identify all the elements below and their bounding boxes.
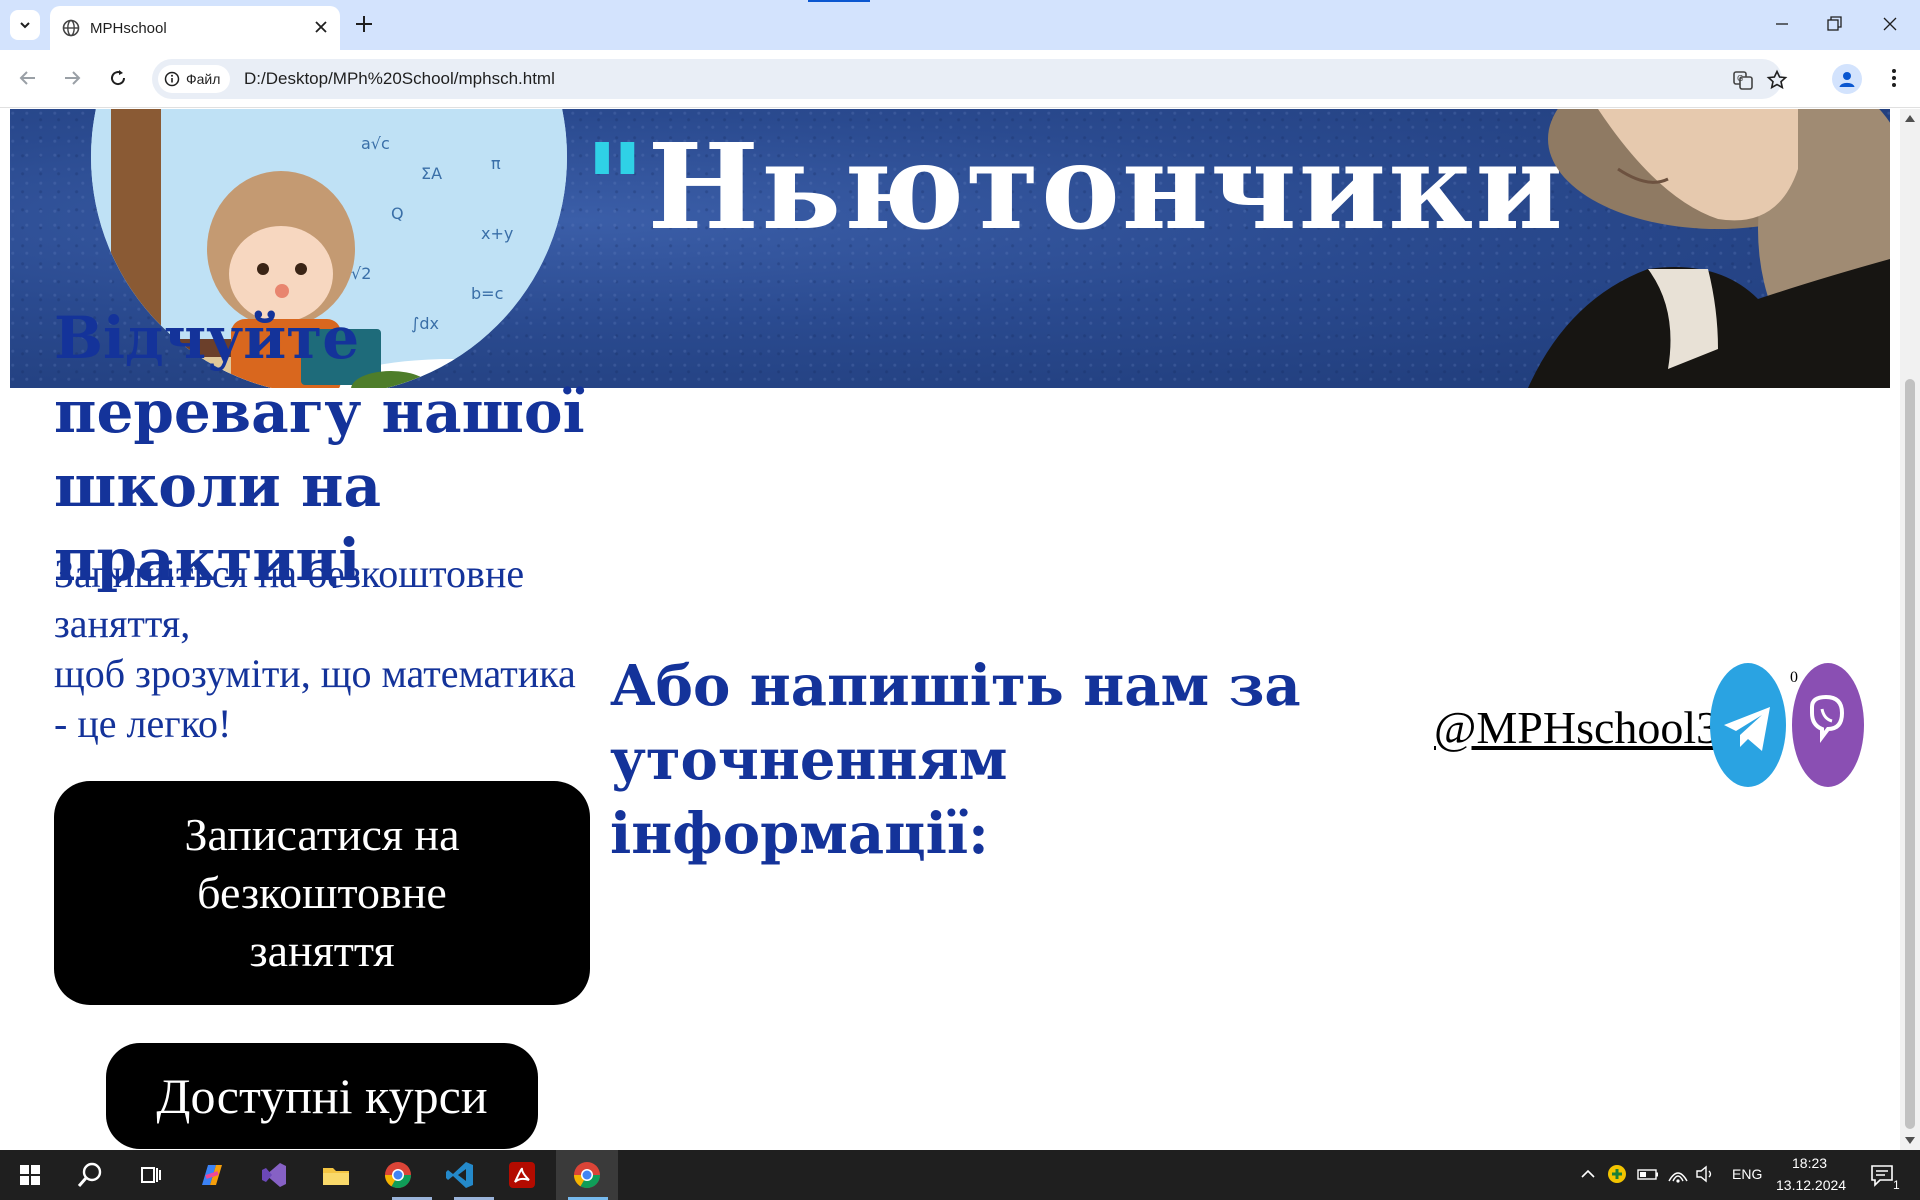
svg-text:G: G [1737, 74, 1743, 83]
minimize-button[interactable] [1770, 12, 1794, 40]
telegram-icon[interactable] [1710, 663, 1786, 787]
restore-icon [1827, 16, 1842, 31]
visual-studio-icon[interactable] [258, 1159, 290, 1191]
browser-tab[interactable]: MPHschool [50, 6, 340, 50]
url-text[interactable]: D:/Desktop/MPh%20School/mphsch.html [244, 69, 555, 89]
tab-title: MPHschool [90, 20, 167, 37]
hero-subtext-line-1: Запишіться на безкоштовне заняття, [54, 551, 525, 646]
svg-text:a√c: a√c [361, 134, 390, 153]
vscode-icon[interactable] [444, 1159, 476, 1191]
site-chip-label: Файл [186, 71, 221, 87]
security-status-icon[interactable] [1606, 1163, 1628, 1185]
address-bar[interactable]: Файл D:/Desktop/MPh%20School/mphsch.html… [152, 59, 1788, 99]
search-icon[interactable] [74, 1159, 106, 1191]
title-open-quote: " [584, 117, 648, 256]
scroll-down-arrow[interactable] [1905, 1137, 1915, 1144]
telegram-handle-link[interactable]: @MPHschool3 [1434, 701, 1719, 754]
restore-button[interactable] [1822, 12, 1846, 40]
windows-taskbar: ENG 18:23 13.12.2024 1 [0, 1150, 1920, 1200]
chrome-icon[interactable] [571, 1159, 603, 1191]
profile-button[interactable] [1832, 64, 1862, 94]
info-icon [164, 71, 180, 87]
plus-icon [356, 16, 372, 32]
svg-text:ΣA: ΣA [421, 164, 442, 183]
new-tab-button[interactable] [352, 12, 376, 40]
page-scrollbar[interactable] [1900, 109, 1920, 1150]
back-button[interactable] [16, 66, 40, 94]
svg-text:Q: Q [391, 204, 404, 223]
hero-subtext: Запишіться на безкоштовне заняття, щоб з… [54, 549, 594, 749]
clock-time: 18:23 [1792, 1155, 1828, 1171]
reload-button[interactable] [106, 66, 130, 94]
tab-search-button[interactable] [10, 10, 40, 40]
contact-heading: Або напишіть нам за уточненням інформаці… [610, 653, 1301, 867]
bookmark-star-icon[interactable] [1766, 69, 1788, 95]
notification-count: 1 [1893, 1178, 1900, 1192]
chevron-up-icon[interactable] [1576, 1162, 1600, 1186]
scroll-thumb[interactable] [1905, 379, 1915, 1129]
hero-subtext-line-2: щоб зрозуміти, що математика - це легко! [54, 651, 576, 746]
svg-text:π: π [491, 154, 501, 173]
newton-portrait [1418, 109, 1890, 388]
browser-menu-button[interactable] [1882, 66, 1906, 94]
scroll-up-arrow[interactable] [1905, 115, 1915, 122]
person-icon [1839, 72, 1855, 87]
translate-icon[interactable]: G [1732, 69, 1754, 95]
task-view-icon[interactable] [134, 1159, 166, 1191]
tab-drag-indicator [808, 0, 870, 2]
close-tab-icon[interactable] [312, 18, 330, 40]
browser-toolbar: Файл D:/Desktop/MPh%20School/mphsch.html… [0, 50, 1920, 108]
browser-tab-strip: MPHschool [0, 0, 1920, 50]
close-window-button[interactable] [1878, 12, 1902, 40]
copilot-icon[interactable] [196, 1159, 228, 1191]
more-vertical-icon [1892, 69, 1896, 87]
viber-icon[interactable] [1786, 663, 1866, 787]
free-lesson-signup-button[interactable]: Записатися на безкоштовне заняття [54, 781, 590, 1005]
battery-icon[interactable] [1636, 1163, 1660, 1185]
forward-button[interactable] [60, 66, 84, 94]
language-indicator[interactable]: ENG [1732, 1166, 1762, 1182]
site-info-chip[interactable]: Файл [158, 65, 231, 93]
acrobat-icon[interactable] [506, 1159, 538, 1191]
close-icon [1883, 17, 1897, 31]
chrome-dev-icon[interactable] [382, 1159, 414, 1191]
arrow-left-icon [19, 71, 35, 85]
volume-icon[interactable] [1694, 1163, 1718, 1185]
network-icon[interactable] [1666, 1163, 1690, 1185]
available-courses-button[interactable]: Доступні курси [106, 1043, 538, 1149]
chevron-down-icon [20, 22, 30, 29]
file-explorer-icon[interactable] [320, 1159, 352, 1191]
windows-start-icon[interactable] [14, 1159, 46, 1191]
arrow-right-icon [65, 71, 81, 85]
reload-icon [111, 70, 126, 86]
globe-icon [62, 19, 80, 41]
svg-text:x+y: x+y [481, 224, 513, 243]
minimize-icon [1776, 23, 1788, 25]
clock-date: 13.12.2024 [1776, 1177, 1847, 1193]
page-viewport: a√cΣAQ x+y√2b=c ∫dxπ "Ньютончики" Відчуй… [0, 109, 1900, 1150]
svg-text:√2: √2 [351, 264, 371, 283]
